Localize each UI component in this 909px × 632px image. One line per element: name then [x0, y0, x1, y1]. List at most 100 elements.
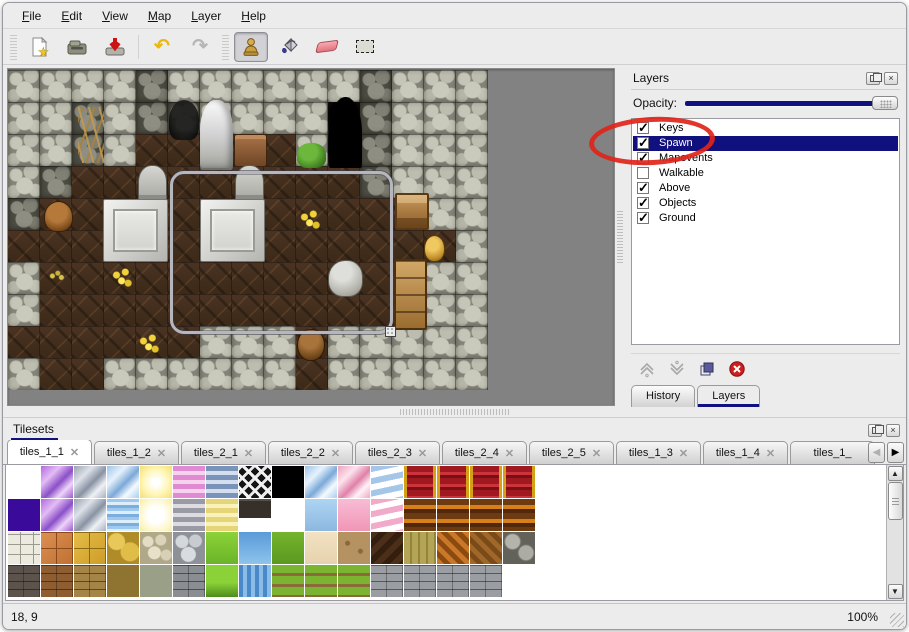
duplicate-layer-button[interactable]: [697, 359, 717, 379]
map-tile[interactable]: [8, 166, 40, 198]
map-tile[interactable]: [8, 198, 40, 230]
map-tile[interactable]: [456, 358, 488, 390]
palette-tile-stripes-orange[interactable]: [437, 499, 469, 531]
map-tile[interactable]: [104, 166, 136, 198]
palette-tile-crystal-pink[interactable]: [338, 466, 370, 498]
close-panel-button[interactable]: ×: [886, 424, 900, 437]
close-tab-icon[interactable]: ✕: [331, 447, 340, 460]
map-tile[interactable]: [360, 358, 392, 390]
save-map-button[interactable]: [98, 32, 132, 62]
map-object-grass-tuft[interactable]: [47, 269, 65, 283]
map-tile[interactable]: [296, 358, 328, 390]
map-tile[interactable]: [8, 294, 40, 326]
palette-tile-weave[interactable]: [437, 532, 469, 564]
map-tile[interactable]: [136, 70, 168, 102]
tileset-tab-tiles_1_4[interactable]: tiles_1_4✕: [703, 441, 788, 464]
palette-tile-planks[interactable]: [404, 532, 436, 564]
layer-row-spawn[interactable]: Spawn: [633, 136, 898, 151]
tileset-tab-tiles_2_3[interactable]: tiles_2_3✕: [355, 441, 440, 464]
palette-tile-crystal-blue[interactable]: [107, 466, 139, 498]
palette-tile-curtain-red[interactable]: [404, 466, 436, 498]
map-tile[interactable]: [8, 262, 40, 294]
palette-tile-dirt[interactable]: [338, 532, 370, 564]
map-selection-rectangle[interactable]: [170, 171, 393, 334]
palette-tile-brick-tan[interactable]: [74, 565, 106, 597]
layer-visibility-checkbox[interactable]: [637, 197, 649, 209]
map-tile[interactable]: [424, 358, 456, 390]
tileset-tab-tiles_1_[interactable]: tiles_1_: [790, 441, 875, 464]
select-tool-button[interactable]: [348, 32, 382, 62]
close-tab-icon[interactable]: ✕: [157, 447, 166, 460]
map-tile[interactable]: [40, 70, 72, 102]
palette-tile-brick-gray2[interactable]: [404, 565, 436, 597]
tileset-tab-tiles_2_1[interactable]: tiles_2_1✕: [181, 441, 266, 464]
palette-tile-water-blue[interactable]: [239, 532, 271, 564]
palette-tile-curtain-red[interactable]: [503, 466, 535, 498]
palette-tile-indigo[interactable]: [8, 499, 40, 531]
map-tile[interactable]: [104, 102, 136, 134]
opacity-slider[interactable]: [685, 95, 898, 111]
layer-visibility-checkbox[interactable]: [637, 212, 649, 224]
layer-row-above[interactable]: Above: [633, 181, 898, 196]
layer-visibility-checkbox[interactable]: [637, 152, 649, 164]
eraser-tool-button[interactable]: [310, 32, 344, 62]
menu-layer[interactable]: Layer: [182, 6, 230, 26]
palette-tile-stripes-orange[interactable]: [470, 499, 502, 531]
map-content[interactable]: [8, 70, 488, 390]
menu-view[interactable]: View: [93, 6, 137, 26]
palette-tile-stripes-orange[interactable]: [404, 499, 436, 531]
float-panel-button[interactable]: [868, 424, 882, 437]
palette-tile-empty[interactable]: [503, 565, 535, 597]
map-object-crate[interactable]: [395, 193, 429, 230]
palette-tile-grass-green[interactable]: [272, 532, 304, 564]
map-tile[interactable]: [264, 134, 296, 166]
tileset-tab-tiles_1_3[interactable]: tiles_1_3✕: [616, 441, 701, 464]
palette-tile-grass-row[interactable]: [272, 565, 304, 597]
map-tile[interactable]: [104, 294, 136, 326]
palette-tile-brick-gray[interactable]: [173, 565, 205, 597]
palette-tile-brick-dark[interactable]: [8, 565, 40, 597]
open-map-button[interactable]: [60, 32, 94, 62]
palette-tile-empty[interactable]: [272, 499, 304, 531]
map-tile[interactable]: [104, 358, 136, 390]
palette-tile-stripes-blue[interactable]: [206, 466, 238, 498]
menu-edit[interactable]: Edit: [52, 6, 91, 26]
map-tile[interactable]: [296, 102, 328, 134]
tileset-tab-tiles_2_5[interactable]: tiles_2_5✕: [529, 441, 614, 464]
map-object-dry-branch[interactable]: [78, 107, 104, 163]
layer-visibility-checkbox[interactable]: [637, 137, 649, 149]
palette-tile-wall-graygreen[interactable]: [140, 565, 172, 597]
map-tile[interactable]: [8, 358, 40, 390]
close-tab-icon[interactable]: ✕: [679, 447, 688, 460]
layer-row-mapevents[interactable]: Mapevents: [633, 151, 898, 166]
map-tile[interactable]: [456, 134, 488, 166]
palette-tile-lattice[interactable]: [239, 466, 271, 498]
map-tile[interactable]: [392, 102, 424, 134]
map-canvas[interactable]: [7, 68, 615, 406]
palette-tile-water-shimmer[interactable]: [107, 499, 139, 531]
palette-tile-blue-solid[interactable]: [305, 499, 337, 531]
map-tile[interactable]: [40, 326, 72, 358]
map-tile[interactable]: [456, 70, 488, 102]
map-tile[interactable]: [456, 166, 488, 198]
layer-row-keys[interactable]: Keys: [633, 121, 898, 136]
palette-tile-stripes-pink[interactable]: [173, 466, 205, 498]
palette-tile-wood-dark[interactable]: [371, 532, 403, 564]
horizontal-splitter[interactable]: [3, 407, 906, 417]
scroll-tabs-right-button[interactable]: ▶: [887, 442, 904, 463]
tilesets-title-tab[interactable]: Tilesets: [11, 422, 58, 438]
tileset-tab-tiles_1_1[interactable]: tiles_1_1✕: [7, 440, 92, 464]
map-tile[interactable]: [424, 70, 456, 102]
undo-button[interactable]: ↶: [145, 32, 179, 62]
palette-tile-crystal-purple[interactable]: [41, 499, 73, 531]
map-tile[interactable]: [200, 70, 232, 102]
map-tile[interactable]: [264, 102, 296, 134]
palette-tile-empty[interactable]: [8, 466, 40, 498]
palette-tile-stripes-orange[interactable]: [503, 499, 535, 531]
palette-tile-logs[interactable]: [503, 532, 535, 564]
palette-tile-stones-gray[interactable]: [173, 532, 205, 564]
layer-row-walkable[interactable]: Walkable: [633, 166, 898, 181]
delete-layer-button[interactable]: [727, 359, 747, 379]
map-tile[interactable]: [72, 262, 104, 294]
map-object-table[interactable]: [234, 134, 267, 167]
